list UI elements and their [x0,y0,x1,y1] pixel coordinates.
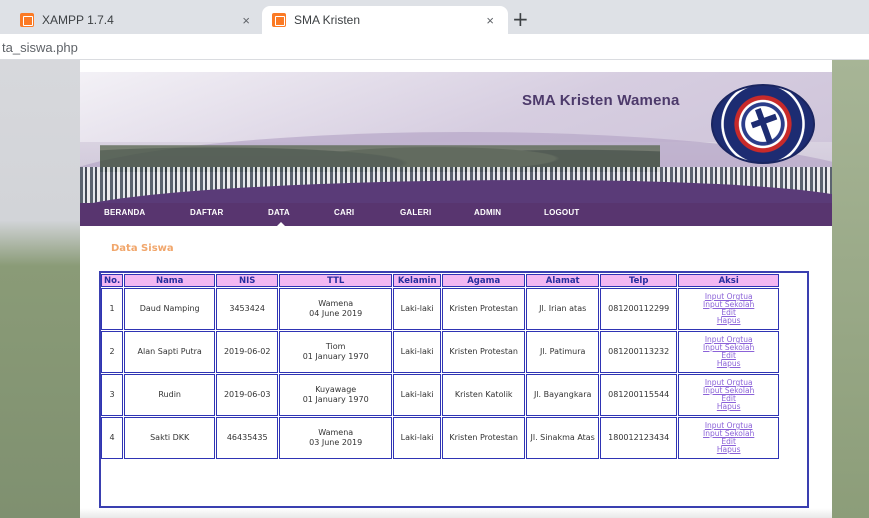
school-logo-icon [711,84,815,164]
cell-alamat: Jl. Bayangkara [526,374,600,416]
active-nav-indicator [277,222,285,226]
ttl-date: 04 June 2019 [309,309,363,318]
xampp-favicon-icon [20,13,34,27]
cell-nama: Sakti DKK [124,417,216,459]
tab-title: SMA Kristen [294,13,361,27]
ttl-date: 01 January 1970 [302,395,369,404]
ttl-place: Kuyawage [315,385,357,394]
hapus-link[interactable]: Hapus [681,360,776,368]
cell-ttl: Kuyawage 01 January 1970 [279,374,393,416]
close-tab-icon[interactable]: × [486,13,494,28]
column-header: Kelamin [393,274,442,287]
column-header: Aksi [678,274,780,287]
column-header: Agama [442,274,526,287]
cell-no: 1 [101,288,124,330]
cell-nis: 46435435 [216,417,279,459]
column-header: Alamat [526,274,600,287]
hapus-link[interactable]: Hapus [681,317,776,325]
browser-tab-xampp[interactable]: XAMPP 1.7.4 × [20,6,258,34]
cell-nis: 2019-06-02 [216,331,279,373]
cell-nis: 2019-06-03 [216,374,279,416]
column-header: TTL [279,274,393,287]
cell-kelamin: Laki-laki [393,288,442,330]
cell-aksi: Input Orgtua Input Sekolah Edit Hapus [678,288,780,330]
cell-nama: Alan Sapti Putra [124,331,216,373]
cell-kelamin: Laki-laki [393,331,442,373]
tab-title: XAMPP 1.7.4 [42,13,114,27]
nav-beranda[interactable]: BERANDA [104,208,145,217]
cell-aksi: Input Orgtua Input Sekolah Edit Hapus [678,331,780,373]
cell-agama: Kristen Protestan [442,331,526,373]
cell-telp: 081200112299 [600,288,678,330]
cell-nama: Rudin [124,374,216,416]
page-footer-edge [80,508,832,518]
nav-admin[interactable]: ADMIN [474,208,501,217]
cell-ttl: Wamena 03 June 2019 [279,417,393,459]
cell-no: 4 [101,417,124,459]
background-right [832,60,869,518]
cell-alamat: Jl. Irian atas [526,288,600,330]
cell-nama: Daud Namping [124,288,216,330]
cell-kelamin: Laki-laki [393,374,442,416]
cell-kelamin: Laki-laki [393,417,442,459]
nav-cari[interactable]: CARI [334,208,354,217]
xampp-favicon-icon [272,13,286,27]
cell-no: 3 [101,374,124,416]
table-row: 1 Daud Namping 3453424 Wamena 04 June 201… [101,288,780,330]
url-text: ta_siswa.php [2,40,78,55]
nav-data[interactable]: DATA [268,208,290,217]
hapus-link[interactable]: Hapus [681,446,776,454]
background-left [0,60,80,518]
column-header: Telp [600,274,678,287]
browser-tab-sma-kristen[interactable]: SMA Kristen × [262,6,508,34]
data-siswa-table: No. Nama NIS TTL Kelamin Agama Alamat Te… [100,273,780,460]
table-row: 2 Alan Sapti Putra 2019-06-02 Tiom 01 Jan… [101,331,780,373]
cell-alamat: Jl. Sinakma Atas [526,417,600,459]
cell-agama: Kristen Katolik [442,374,526,416]
cell-agama: Kristen Protestan [442,288,526,330]
close-tab-icon[interactable]: × [242,13,250,28]
address-bar[interactable]: ta_siswa.php [0,34,869,60]
cell-nis: 3453424 [216,288,279,330]
column-header: NIS [216,274,279,287]
ttl-place: Tiom [325,342,346,351]
ttl-date: 03 June 2019 [309,438,363,447]
cell-alamat: Jl. Patimura [526,331,600,373]
ttl-date: 01 January 1970 [302,352,369,361]
nav-galeri[interactable]: GALERI [400,208,431,217]
table-row: 3 Rudin 2019-06-03 Kuyawage 01 January 19… [101,374,780,416]
cell-telp: 081200115544 [600,374,678,416]
cell-ttl: Tiom 01 January 1970 [279,331,393,373]
cell-agama: Kristen Protestan [442,417,526,459]
column-header: No. [101,274,124,287]
cell-ttl: Wamena 04 June 2019 [279,288,393,330]
table-row: 4 Sakti DKK 46435435 Wamena 03 June 2019 … [101,417,780,459]
ttl-place: Wamena [318,299,354,308]
cell-telp: 081200113232 [600,331,678,373]
cell-no: 2 [101,331,124,373]
cell-aksi: Input Orgtua Input Sekolah Edit Hapus [678,417,780,459]
cell-telp: 180012123434 [600,417,678,459]
nav-logout[interactable]: LOGOUT [544,208,579,217]
table-header-row: No. Nama NIS TTL Kelamin Agama Alamat Te… [101,274,780,287]
column-header: Nama [124,274,216,287]
new-tab-button[interactable]: + [512,9,529,29]
nav-daftar[interactable]: DAFTAR [190,208,224,217]
ttl-place: Wamena [318,428,354,437]
site-title: SMA Kristen Wamena [522,92,680,109]
cell-aksi: Input Orgtua Input Sekolah Edit Hapus [678,374,780,416]
page-title: Data Siswa [111,243,174,254]
hapus-link[interactable]: Hapus [681,403,776,411]
